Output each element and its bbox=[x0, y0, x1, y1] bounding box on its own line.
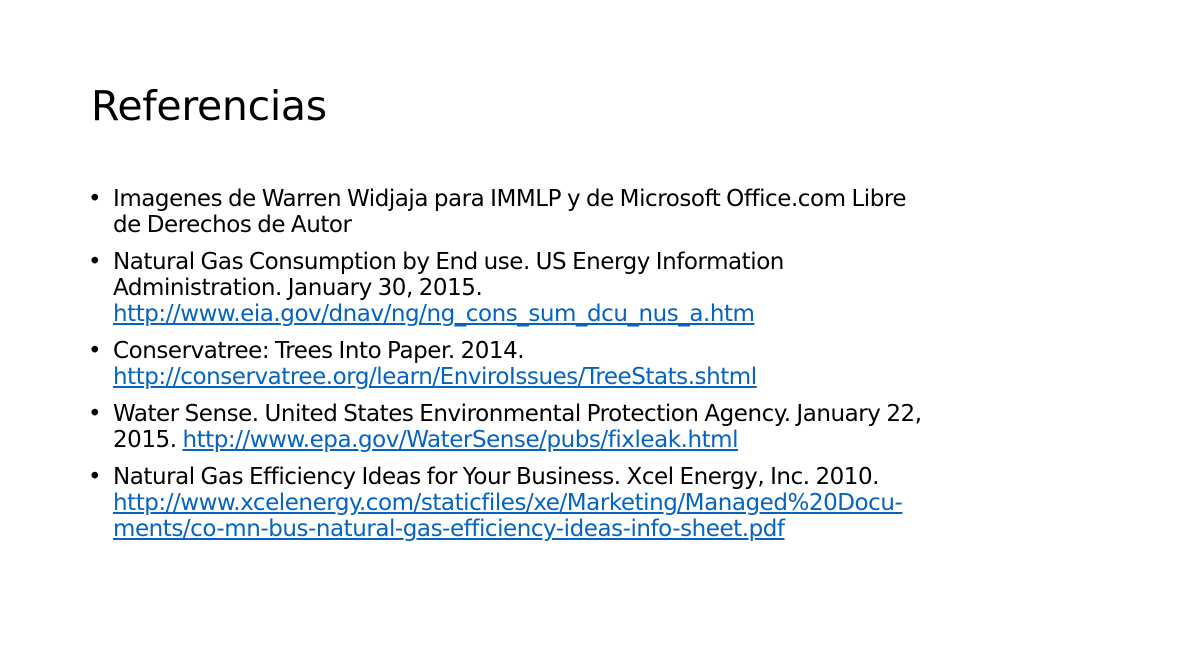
bullet-icon: • bbox=[88, 401, 102, 427]
slide-title: Referencias bbox=[91, 82, 327, 130]
bullet-icon: • bbox=[88, 338, 102, 364]
reference-link-part-2[interactable]: ments/co-mn-bus-natural-gas-efficiency-i… bbox=[113, 516, 785, 542]
reference-text-line: Conservatree: Trees Into Paper. 2014. bbox=[113, 338, 525, 364]
reference-list: • Imagenes de Warren Widjaja para IMMLP … bbox=[88, 186, 1088, 553]
reference-text-prefix: 2015. bbox=[113, 427, 183, 453]
reference-text-line: Water Sense. United States Environmental… bbox=[113, 401, 922, 427]
reference-link-line: ments/co-mn-bus-natural-gas-efficiency-i… bbox=[113, 516, 1088, 542]
bullet-icon: • bbox=[88, 464, 102, 490]
reference-text-line: de Derechos de Autor bbox=[113, 212, 352, 238]
reference-item-2: • Natural Gas Consumption by End use. US… bbox=[88, 249, 1088, 327]
reference-item-4: • Water Sense. United States Environment… bbox=[88, 401, 1088, 453]
reference-link[interactable]: http://www.epa.gov/WaterSense/pubs/fixle… bbox=[182, 427, 738, 453]
reference-mixed-line: 2015. http://www.epa.gov/WaterSense/pubs… bbox=[113, 427, 1088, 453]
reference-text-line: Natural Gas Consumption by End use. US E… bbox=[113, 249, 784, 275]
reference-text-line: Natural Gas Efficiency Ideas for Your Bu… bbox=[113, 464, 880, 490]
bullet-icon: • bbox=[88, 249, 102, 275]
reference-link-line: http://conservatree.org/learn/EnviroIssu… bbox=[113, 364, 1088, 390]
reference-link[interactable]: http://www.eia.gov/dnav/ng/ng_cons_sum_d… bbox=[113, 301, 755, 327]
reference-item-3: • Conservatree: Trees Into Paper. 2014. … bbox=[88, 338, 1088, 390]
reference-item-1: • Imagenes de Warren Widjaja para IMMLP … bbox=[88, 186, 1088, 238]
slide: Referencias • Imagenes de Warren Widjaja… bbox=[0, 0, 1180, 664]
reference-text-line: Imagenes de Warren Widjaja para IMMLP y … bbox=[113, 186, 907, 212]
reference-link-line: http://www.eia.gov/dnav/ng/ng_cons_sum_d… bbox=[113, 301, 1088, 327]
bullet-icon: • bbox=[88, 186, 102, 212]
reference-text-line: Administration. January 30, 2015. bbox=[113, 275, 483, 301]
reference-link-part-1[interactable]: http://www.xcelenergy.com/staticfiles/xe… bbox=[113, 490, 903, 516]
reference-link[interactable]: http://conservatree.org/learn/EnviroIssu… bbox=[113, 364, 757, 390]
reference-item-5: • Natural Gas Efficiency Ideas for Your … bbox=[88, 464, 1088, 542]
reference-link-line: http://www.xcelenergy.com/staticfiles/xe… bbox=[113, 490, 1088, 516]
